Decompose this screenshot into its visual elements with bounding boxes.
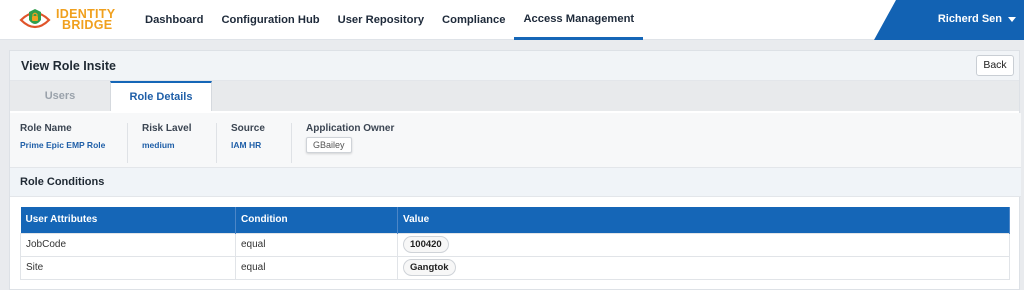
column-user-attributes: User Attributes bbox=[20, 207, 236, 233]
value-chip: Gangtok bbox=[403, 259, 456, 276]
brand-logo[interactable]: IDENTITY BRIDGE bbox=[18, 6, 128, 34]
table-row: Site equal Gangtok bbox=[20, 255, 1010, 280]
table-header-row: User Attributes Condition Value bbox=[20, 207, 1010, 233]
brand-name: IDENTITY BRIDGE bbox=[56, 8, 115, 32]
role-name-label: Role Name bbox=[20, 123, 72, 134]
application-owner-label: Application Owner bbox=[306, 123, 395, 134]
value-chip: 100420 bbox=[403, 236, 449, 253]
conditions-table: User Attributes Condition Value JobCode … bbox=[20, 207, 1010, 280]
nav-configuration-hub[interactable]: Configuration Hub bbox=[212, 0, 328, 40]
role-name-value: Prime Epic EMP Role bbox=[20, 140, 106, 150]
tab-users[interactable]: Users bbox=[10, 81, 110, 111]
cell-condition: equal bbox=[235, 232, 398, 257]
role-details: Role Name Prime Epic EMP Role Risk Lavel… bbox=[10, 113, 1021, 167]
source-field: Source IAM HR bbox=[216, 123, 286, 163]
application-owner-chip: GBailey bbox=[306, 137, 352, 153]
risk-level-value: medium bbox=[142, 140, 175, 150]
top-navbar: IDENTITY BRIDGE Dashboard Configuration … bbox=[0, 0, 1024, 40]
cell-value: 100420 bbox=[397, 232, 1010, 257]
source-value: IAM HR bbox=[231, 140, 262, 150]
table-row: JobCode equal 100420 bbox=[20, 232, 1010, 257]
role-conditions-title: Role Conditions bbox=[20, 176, 105, 188]
panel-header: View Role Insite Back bbox=[10, 51, 1019, 81]
cell-value: Gangtok bbox=[397, 255, 1010, 280]
nav-user-repository[interactable]: User Repository bbox=[329, 0, 433, 40]
nav-compliance[interactable]: Compliance bbox=[433, 0, 514, 40]
cell-condition: equal bbox=[235, 255, 398, 280]
tab-role-details[interactable]: Role Details bbox=[110, 81, 212, 111]
eye-lock-icon bbox=[19, 9, 51, 29]
tab-bar: Users Role Details bbox=[10, 81, 1019, 111]
page-title: View Role Insite bbox=[21, 59, 116, 73]
nav-dashboard[interactable]: Dashboard bbox=[136, 0, 212, 40]
cell-attribute: JobCode bbox=[20, 232, 236, 257]
column-condition: Condition bbox=[235, 207, 398, 233]
cell-attribute: Site bbox=[20, 255, 236, 280]
role-name-field: Role Name Prime Epic EMP Role bbox=[10, 123, 122, 163]
user-name[interactable]: Richerd Sen bbox=[938, 13, 1002, 25]
role-conditions-header: Role Conditions bbox=[10, 167, 1021, 197]
role-insite-panel: View Role Insite Back Users Role Details… bbox=[9, 50, 1021, 290]
caret-down-icon[interactable] bbox=[1008, 17, 1016, 22]
back-button[interactable]: Back bbox=[976, 55, 1014, 76]
risk-level-label: Risk Lavel bbox=[142, 123, 192, 134]
column-value: Value bbox=[397, 207, 1010, 233]
brand-line-2: BRIDGE bbox=[62, 18, 113, 32]
risk-level-field: Risk Lavel medium bbox=[127, 123, 217, 163]
source-label: Source bbox=[231, 123, 265, 134]
application-owner-field: Application Owner GBailey bbox=[291, 123, 431, 163]
user-menu[interactable]: Richerd Sen bbox=[874, 0, 1024, 40]
main-nav: Dashboard Configuration Hub User Reposit… bbox=[136, 0, 644, 40]
nav-access-management[interactable]: Access Management bbox=[514, 0, 644, 40]
